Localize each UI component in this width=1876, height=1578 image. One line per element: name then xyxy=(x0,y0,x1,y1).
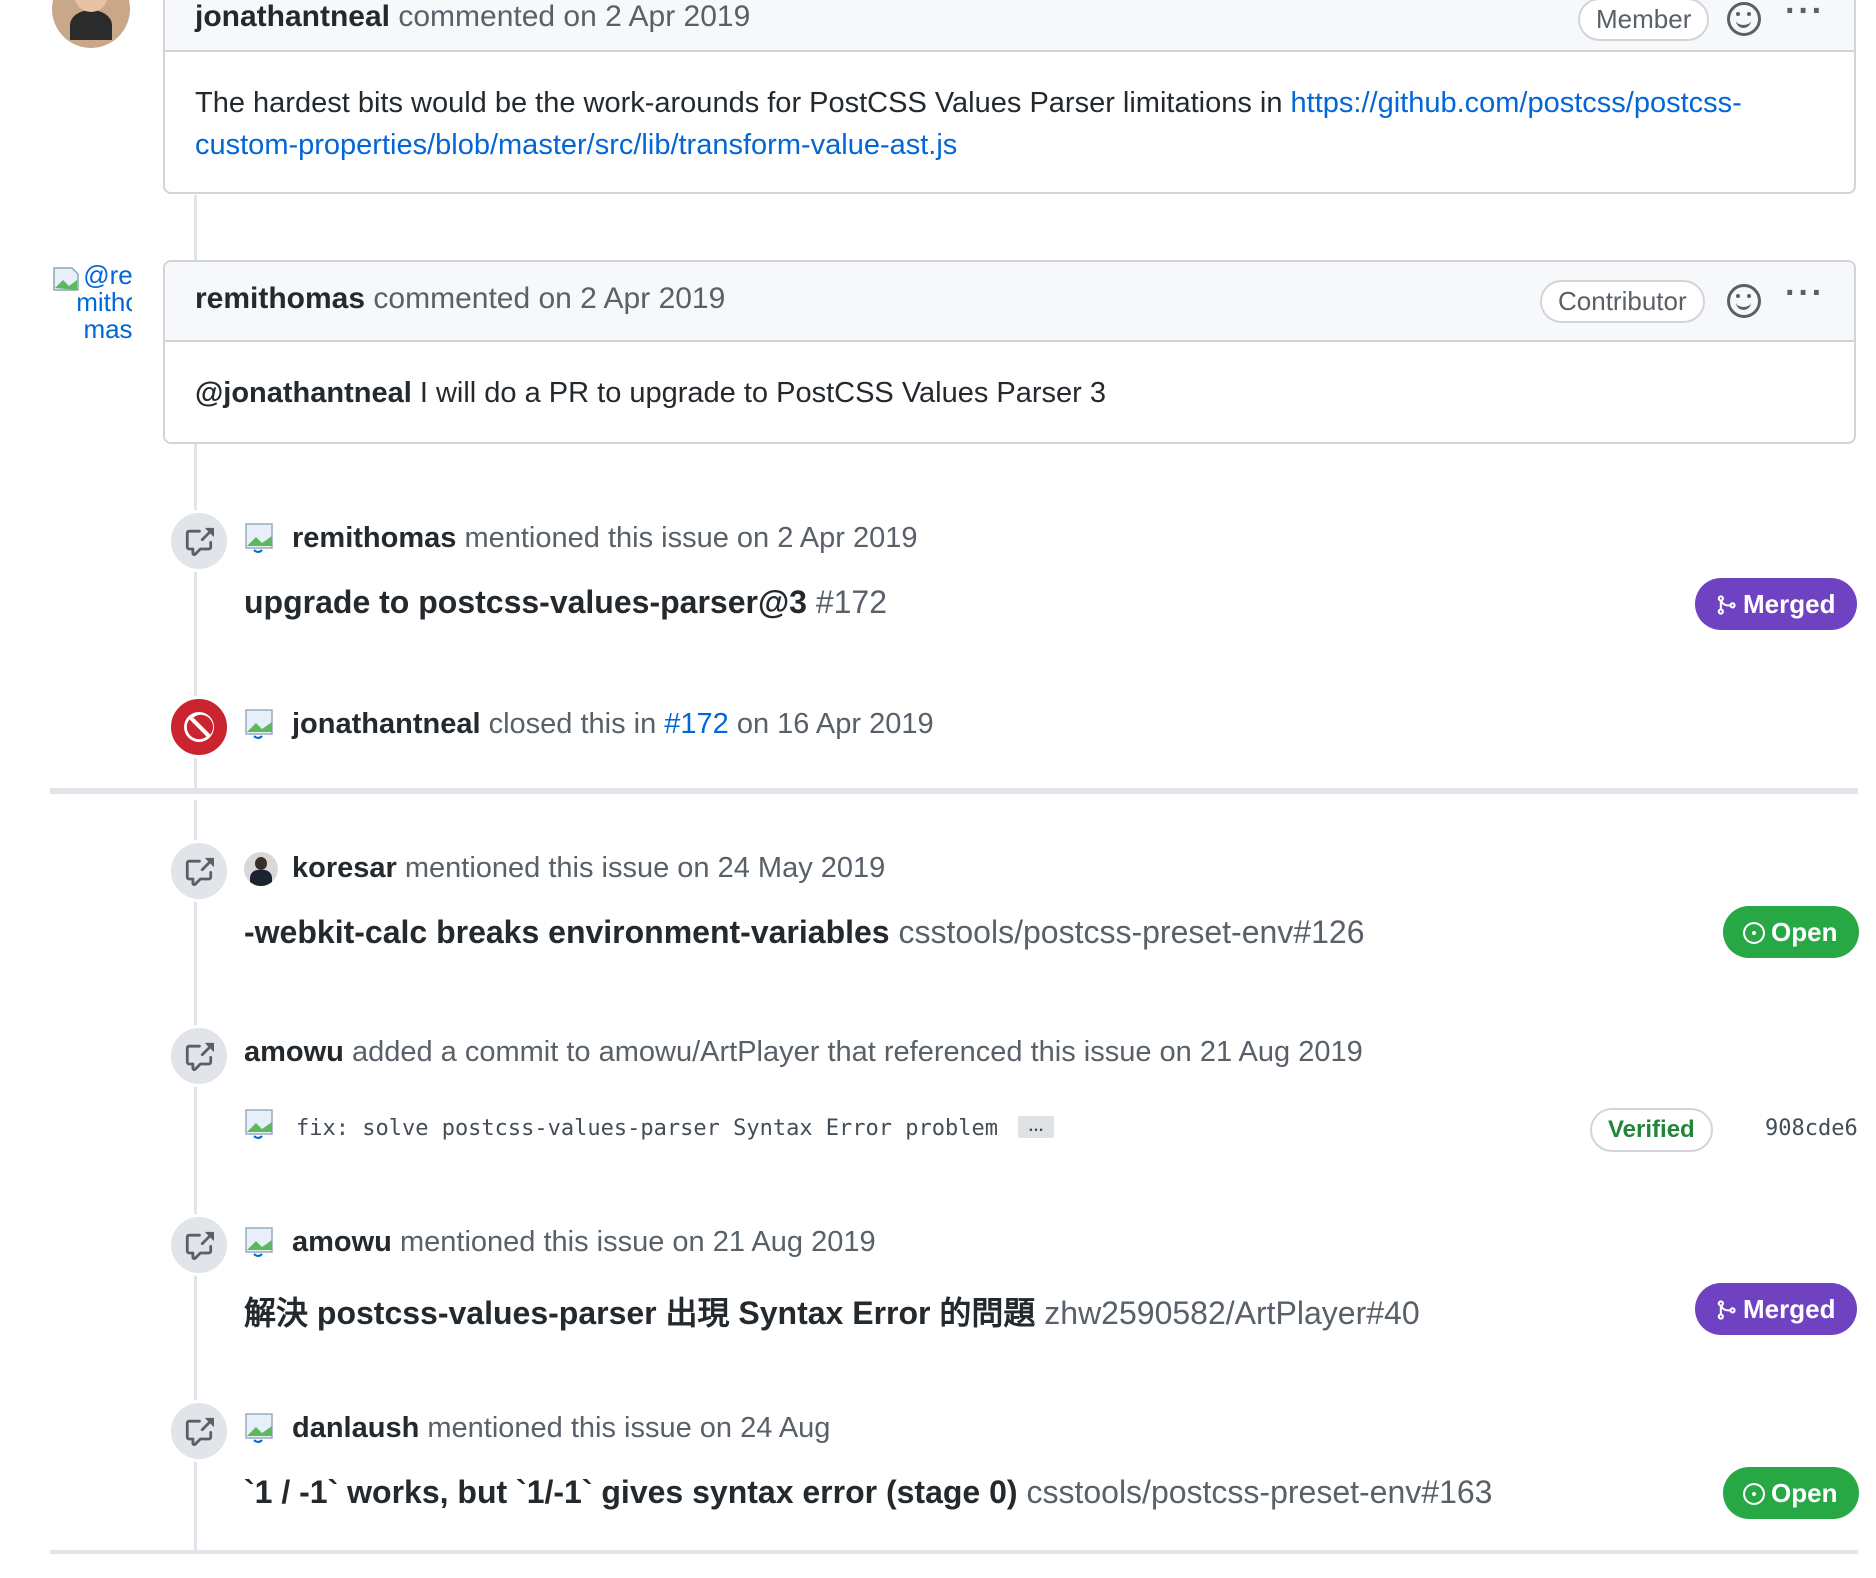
comment-body-text: I will do a PR to upgrade to PostCSS Val… xyxy=(411,377,1106,409)
avatar-alt-text: @remithomas xyxy=(76,262,132,342)
comment-author[interactable]: jonathantneal xyxy=(195,0,390,33)
avatar-danlaush-small[interactable] xyxy=(244,1412,278,1446)
event-actor[interactable]: danlaush xyxy=(292,1412,419,1444)
commit-message[interactable]: fix: solve postcss-values-parser Syntax … xyxy=(296,1116,998,1141)
state-label: Merged xyxy=(1743,1294,1836,1324)
timeline-divider xyxy=(50,1550,1858,1554)
kebab-horizontal-icon[interactable]: ··· xyxy=(1785,0,1825,28)
comment-body-text: The hardest bits would be the work-aroun… xyxy=(195,87,1291,119)
event-actor[interactable]: remithomas xyxy=(292,522,456,554)
avatar-remithomas-small[interactable] xyxy=(244,522,278,556)
issue-opened-icon xyxy=(1743,922,1765,944)
referenced-pr-title[interactable]: 解決 postcss-values-parser 出現 Syntax Error… xyxy=(244,1288,1420,1334)
comment-author[interactable]: remithomas xyxy=(195,282,365,315)
cross-reference-icon xyxy=(168,1400,230,1462)
user-mention[interactable]: @jonathantneal xyxy=(195,377,412,409)
comment-jonathantneal: jonathantneal commented on 2 Apr 2019 Me… xyxy=(163,0,1856,194)
timeline-divider xyxy=(50,788,1858,794)
event-description: koresar mentioned this issue on 24 May 2… xyxy=(292,852,885,885)
merged-state-badge: Merged xyxy=(1695,578,1858,630)
git-merge-icon xyxy=(1717,1300,1736,1320)
merged-state-badge: Merged xyxy=(1695,1283,1858,1335)
event-text: closed this in xyxy=(488,708,665,740)
reference-title[interactable]: 解決 postcss-values-parser 出現 Syntax Error… xyxy=(244,1295,1035,1331)
event-text[interactable]: mentioned this issue on 2 Apr 2019 xyxy=(464,522,917,554)
avatar-remithomas[interactable]: @remithomas xyxy=(52,262,132,342)
event-actor[interactable]: amowu xyxy=(244,1036,344,1068)
timeline-line xyxy=(194,195,197,265)
issue-opened-icon xyxy=(1743,1483,1765,1505)
reference-number[interactable]: csstools/postcss-preset-env#126 xyxy=(898,914,1364,950)
comment-meta: remithomas commented on 2 Apr 2019 xyxy=(195,282,725,316)
comment-header: remithomas commented on 2 Apr 2019 Contr… xyxy=(165,262,1854,342)
avatar-jonathantneal-small[interactable] xyxy=(244,708,278,742)
event-text[interactable]: mentioned this issue on 24 May 2019 xyxy=(405,852,885,884)
avatar-amowu-small[interactable] xyxy=(244,1108,278,1142)
broken-image-icon xyxy=(53,267,79,291)
comment-meta: jonathantneal commented on 2 Apr 2019 xyxy=(195,0,750,34)
state-label: Merged xyxy=(1743,589,1836,619)
event-text[interactable]: added a commit to amowu/ArtPlayer that r… xyxy=(352,1036,1363,1068)
avatar-amowu-small[interactable] xyxy=(244,1226,278,1260)
state-label: Open xyxy=(1771,1478,1838,1508)
smiley-icon[interactable] xyxy=(1727,2,1761,36)
event-description: remithomas mentioned this issue on 2 Apr… xyxy=(292,522,917,555)
reference-title[interactable]: upgrade to postcss-values-parser@3 xyxy=(244,584,807,620)
circle-slash-icon xyxy=(168,696,230,758)
event-description: amowu mentioned this issue on 21 Aug 201… xyxy=(292,1226,876,1259)
comment-timestamp[interactable]: commented on 2 Apr 2019 xyxy=(373,282,725,315)
verified-badge[interactable]: Verified xyxy=(1590,1108,1713,1152)
cross-reference-icon xyxy=(168,1025,230,1087)
referenced-issue-title[interactable]: `1 / -1` works, but `1/-1` gives syntax … xyxy=(244,1474,1492,1511)
comment-header: jonathantneal commented on 2 Apr 2019 Me… xyxy=(165,0,1854,52)
commit-expand-button[interactable]: … xyxy=(1018,1116,1054,1138)
event-description: jonathantneal closed this in #172 on 16 … xyxy=(292,708,934,741)
reference-title[interactable]: `1 / -1` works, but `1/-1` gives syntax … xyxy=(244,1474,1018,1510)
event-text[interactable]: mentioned this issue on 21 Aug 2019 xyxy=(400,1226,876,1258)
role-badge: Member xyxy=(1578,0,1710,41)
open-state-badge: Open xyxy=(1723,1467,1860,1519)
comment-remithomas: remithomas commented on 2 Apr 2019 Contr… xyxy=(163,260,1856,444)
reference-number[interactable]: #172 xyxy=(816,584,887,620)
reference-number[interactable]: zhw2590582/ArtPlayer#40 xyxy=(1044,1295,1419,1331)
kebab-horizontal-icon[interactable]: ··· xyxy=(1785,276,1825,310)
git-merge-icon xyxy=(1717,595,1736,615)
role-badge: Contributor xyxy=(1540,280,1705,323)
closing-pr-link[interactable]: #172 xyxy=(664,708,729,740)
open-state-badge: Open xyxy=(1723,906,1860,958)
event-description: danlaush mentioned this issue on 24 Aug xyxy=(292,1412,830,1445)
smiley-icon[interactable] xyxy=(1727,284,1761,318)
commit-sha[interactable]: 908cde6 xyxy=(1765,1116,1858,1141)
comment-timestamp[interactable]: commented on 2 Apr 2019 xyxy=(398,0,750,33)
cross-reference-icon xyxy=(168,1214,230,1276)
event-actor[interactable]: amowu xyxy=(292,1226,392,1258)
reference-number[interactable]: csstools/postcss-preset-env#163 xyxy=(1026,1474,1492,1510)
comment-body: @jonathantneal I will do a PR to upgrade… xyxy=(195,372,1106,414)
referenced-issue-title[interactable]: -webkit-calc breaks environment-variable… xyxy=(244,914,1364,951)
event-actor[interactable]: jonathantneal xyxy=(292,708,481,740)
event-actor[interactable]: koresar xyxy=(292,852,397,884)
event-description: amowu added a commit to amowu/ArtPlayer … xyxy=(244,1036,1363,1069)
avatar-jonathantneal[interactable] xyxy=(52,0,130,48)
event-text[interactable]: mentioned this issue on 24 Aug xyxy=(427,1412,830,1444)
referenced-pr-title[interactable]: upgrade to postcss-values-parser@3 #172 xyxy=(244,584,887,621)
event-timestamp[interactable]: on 16 Apr 2019 xyxy=(729,708,934,740)
reference-title[interactable]: -webkit-calc breaks environment-variable… xyxy=(244,914,890,950)
cross-reference-icon xyxy=(168,510,230,572)
state-label: Open xyxy=(1771,917,1838,947)
cross-reference-icon xyxy=(168,840,230,902)
comment-body: The hardest bits would be the work-aroun… xyxy=(195,82,1835,166)
avatar-koresar-small[interactable] xyxy=(244,852,278,886)
